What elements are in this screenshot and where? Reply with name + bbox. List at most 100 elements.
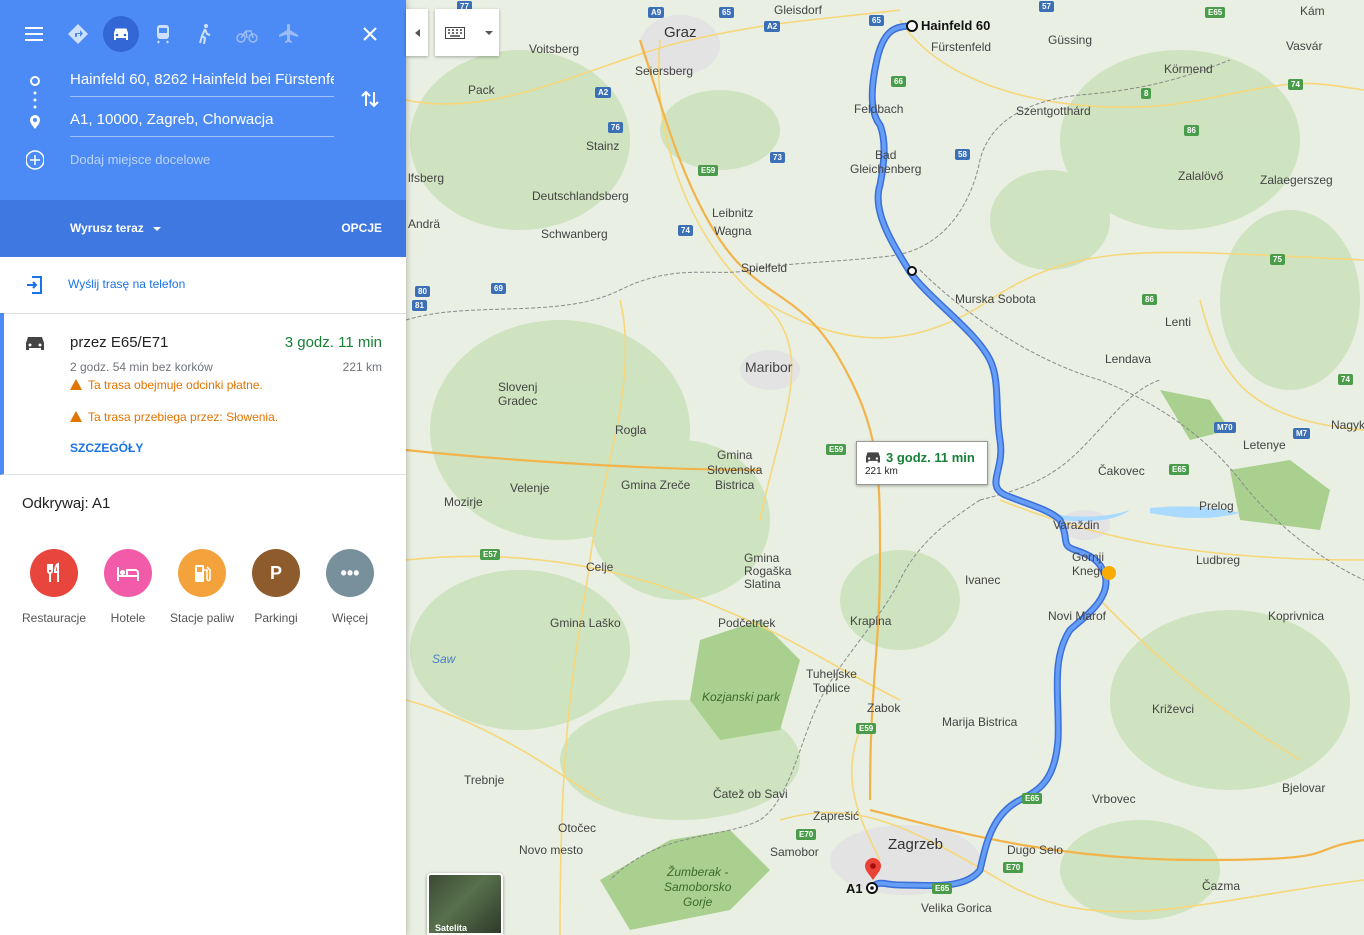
origin-input[interactable]: Hainfeld 60, 8262 Hainfeld bei Fürstenfe… [70,66,334,97]
mode-transit-button[interactable] [145,16,181,52]
place-label: Feldbach [854,102,904,116]
road-shield: 8 [1141,88,1152,99]
place-label: Gmina Laško [550,616,621,630]
place-label: Ludbreg [1196,553,1241,567]
place-label: Dugo Selo [1007,843,1064,857]
place-label: Gleisdorf [774,3,823,17]
send-to-phone-label: Wyślij trasę na telefon [68,277,186,291]
category-more[interactable]: ••• Więcej [305,549,395,625]
mode-walking-button[interactable] [187,16,223,52]
place-label: Andrä [408,217,441,231]
restaurant-icon [30,549,78,597]
mode-driving-button[interactable] [103,16,139,52]
collapse-panel-button[interactable] [406,9,428,56]
road-shield: 74 [678,225,693,236]
place-label: Vrbovec [1092,792,1136,806]
mode-cycling-button[interactable] [229,16,265,52]
road-shield: 69 [491,283,506,294]
place-label: Tuheljske Toplice [806,667,857,695]
add-destination-button[interactable]: Dodaj miejsce docelowe [70,152,210,167]
train-icon [157,25,169,44]
waypoint-dots [26,76,44,170]
dropdown-arrow-icon [485,30,493,35]
destination-input[interactable]: A1, 10000, Zagreb, Chorwacja [70,106,334,137]
place-label: Ivanec [965,573,1001,587]
park-label: Žumberak - Samoborsko Gorje [664,865,732,909]
warning-icon [70,411,82,422]
road-shield: A9 [648,7,665,18]
close-button[interactable] [352,16,388,52]
place-label: Fürstenfeld [931,40,992,54]
car-icon [866,452,880,463]
menu-button[interactable] [16,16,52,52]
place-label: Gmina Rogaška Slatina [744,551,792,591]
place-label: Güssing [1048,33,1093,47]
road-shield: 81 [412,300,427,311]
toll-warning-text: Ta trasa obejmuje odcinki płatne. [88,378,263,392]
details-button[interactable]: SZCZEGÓŁY [70,441,143,455]
road-shield: 86 [1142,294,1157,305]
place-label: Podčetrtek [718,616,776,630]
road-shield: 57 [1039,1,1054,12]
keyboard-button[interactable] [435,9,475,56]
satellite-toggle[interactable]: Satelita [427,873,503,935]
place-label: Lenti [1165,315,1192,329]
road-shield: A2 [764,21,781,32]
place-label: Samobor [770,845,819,859]
mode-flights-button[interactable] [271,16,307,52]
place-label: Čazma [1202,879,1241,893]
car-icon [26,337,44,350]
input-tools [435,9,499,56]
place-label: Graz [664,24,697,41]
road-shield: E59 [856,723,877,734]
place-label: Bjelovar [1282,781,1326,795]
road-shield: 66 [891,76,906,87]
road-shield: 86 [1184,125,1199,136]
close-icon [363,27,377,41]
satellite-label: Satelita [435,923,468,933]
mode-best-button[interactable] [60,16,96,52]
place-label: Trebnje [464,773,505,787]
place-label: Zabok [867,701,901,715]
toll-warning: Ta trasa obejmuje odcinki płatne. [70,377,270,393]
road-shield: E65 [1205,7,1226,18]
send-to-phone-row[interactable]: Wyślij trasę na telefon [0,257,406,314]
road-shield: 74 [1338,374,1353,385]
road-shield: E65 [1169,464,1190,475]
place-label: Čatež ob Savi [713,787,788,801]
directions-panel: Hainfeld 60, 8262 Hainfeld bei Fürstenfe… [0,0,406,935]
road-shield: 65 [869,15,884,26]
place-label: Rogla [615,423,647,437]
place-label: Maribor [745,359,793,375]
place-label: Deutschlandsberg [532,189,629,203]
send-to-phone-icon [27,276,42,294]
place-label: Lendava [1105,352,1152,366]
route-option[interactable]: przez E65/E71 3 godz. 11 min 2 godz. 54 … [0,313,406,475]
input-tools-dropdown[interactable] [479,9,499,56]
place-label: Körmend [1164,62,1213,76]
place-label: lfsberg [408,171,445,185]
road-shield: 74 [1288,79,1303,90]
parking-icon: P [252,549,300,597]
car-icon [114,28,128,40]
route-callout[interactable]: 3 godz. 11 min 221 km [856,441,988,485]
place-label: Pack [468,83,495,97]
road-shield: M7 [1293,428,1311,439]
options-button[interactable]: OPCJE [341,221,382,235]
callout-time: 3 godz. 11 min [886,450,975,465]
place-label: Prelog [1199,499,1234,513]
swap-icon[interactable] [360,88,380,110]
road-shield: A2 [595,87,612,98]
place-label: Zalalövő [1178,169,1224,183]
category-label: Więcej [331,611,368,625]
place-label: Nagyk [1331,418,1364,432]
keyboard-icon [445,26,465,39]
place-label: Novo mesto [519,843,584,857]
road-shield: 73 [770,152,785,163]
place-label: Leibnitz [712,206,754,220]
depart-now-dropdown[interactable]: Wyrusz teraz [70,221,162,235]
place-label: Čakovec [1098,464,1145,478]
place-label: Mozirje [444,495,483,509]
road-shield: E65 [1022,793,1043,804]
place-label: Koprivnica [1268,609,1325,623]
